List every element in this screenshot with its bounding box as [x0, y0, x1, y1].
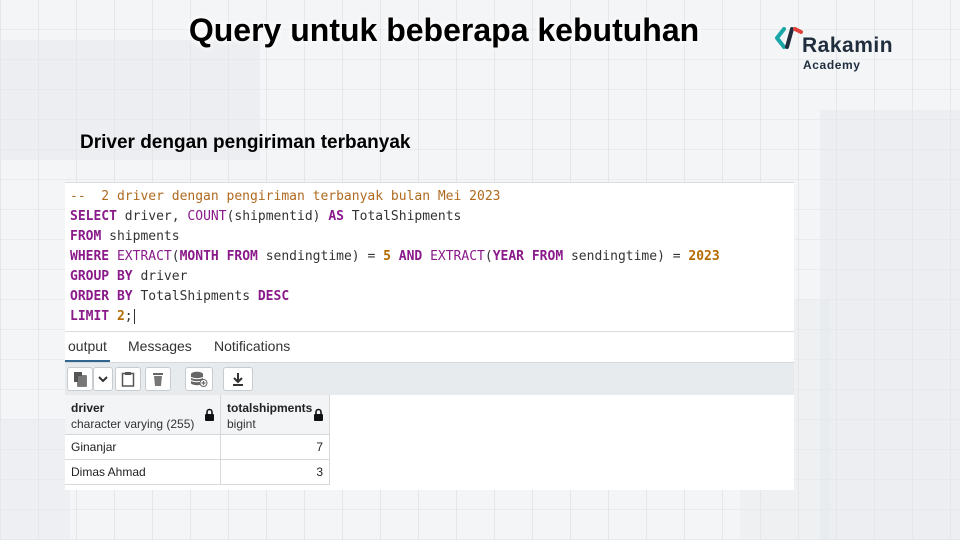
- database-add-icon: [190, 371, 208, 387]
- column-name: driver: [71, 401, 105, 415]
- sql-line-limit: LIMIT 2;: [70, 309, 135, 324]
- delete-button[interactable]: [145, 367, 171, 391]
- copy-button[interactable]: [67, 367, 93, 391]
- logo-sub: Academy: [803, 58, 861, 72]
- table-cell-driver[interactable]: Dimas Ahmad: [65, 460, 221, 485]
- result-toolbar: [65, 362, 794, 397]
- result-grid: driver character varying (255) totalship…: [65, 395, 794, 490]
- sql-line-select: SELECT driver, COUNT(shipmentid) AS Tota…: [70, 209, 462, 224]
- save-data-button[interactable]: [185, 367, 213, 391]
- download-icon: [233, 373, 243, 386]
- trash-icon: [153, 373, 163, 386]
- column-type: character varying (255): [71, 417, 195, 431]
- rakamin-logo-icon: [775, 27, 803, 49]
- sql-comment-line: -- 2 driver dengan pengiriman terbanyak …: [70, 189, 501, 204]
- table-cell-totalshipments[interactable]: 3: [221, 460, 330, 485]
- tab-notifications[interactable]: Notifications: [211, 332, 293, 360]
- column-header-driver[interactable]: driver character varying (255): [65, 395, 221, 435]
- sql-line-group-by: GROUP BY driver: [70, 269, 188, 284]
- column-name: totalshipments: [227, 401, 313, 415]
- column-type: bigint: [227, 417, 256, 431]
- copy-options-button[interactable]: [93, 367, 113, 391]
- sql-line-from: FROM shipments: [70, 229, 180, 244]
- lock-icon: [205, 408, 214, 421]
- tab-messages[interactable]: Messages: [125, 332, 195, 360]
- sql-line-where: WHERE EXTRACT(MONTH FROM sendingtime) = …: [70, 249, 720, 264]
- text-caret: [133, 309, 135, 324]
- column-header-totalshipments[interactable]: totalshipments bigint: [221, 395, 330, 435]
- slide-subtitle: Driver dengan pengiriman terbanyak: [80, 132, 411, 153]
- sql-editor[interactable]: -- 2 driver dengan pengiriman terbanyak …: [65, 182, 794, 332]
- table-cell-driver[interactable]: Ginanjar: [65, 435, 221, 460]
- tab-output[interactable]: output: [65, 332, 110, 362]
- result-tabs: output Messages Notifications: [65, 332, 794, 362]
- chevron-down-icon: [98, 376, 108, 383]
- download-button[interactable]: [223, 367, 253, 391]
- logo-name: Rakamin: [802, 34, 894, 57]
- sql-line-order-by: ORDER BY TotalShipments DESC: [70, 289, 290, 304]
- table-cell-totalshipments[interactable]: 7: [221, 435, 330, 460]
- copy-icon: [74, 372, 87, 387]
- rakamin-logo: Rakamin Academy: [775, 24, 925, 74]
- paste-button[interactable]: [115, 367, 141, 391]
- slide-title: Query untuk beberapa kebutuhan: [188, 12, 700, 48]
- clipboard-icon: [121, 372, 135, 387]
- lock-icon: [314, 408, 323, 421]
